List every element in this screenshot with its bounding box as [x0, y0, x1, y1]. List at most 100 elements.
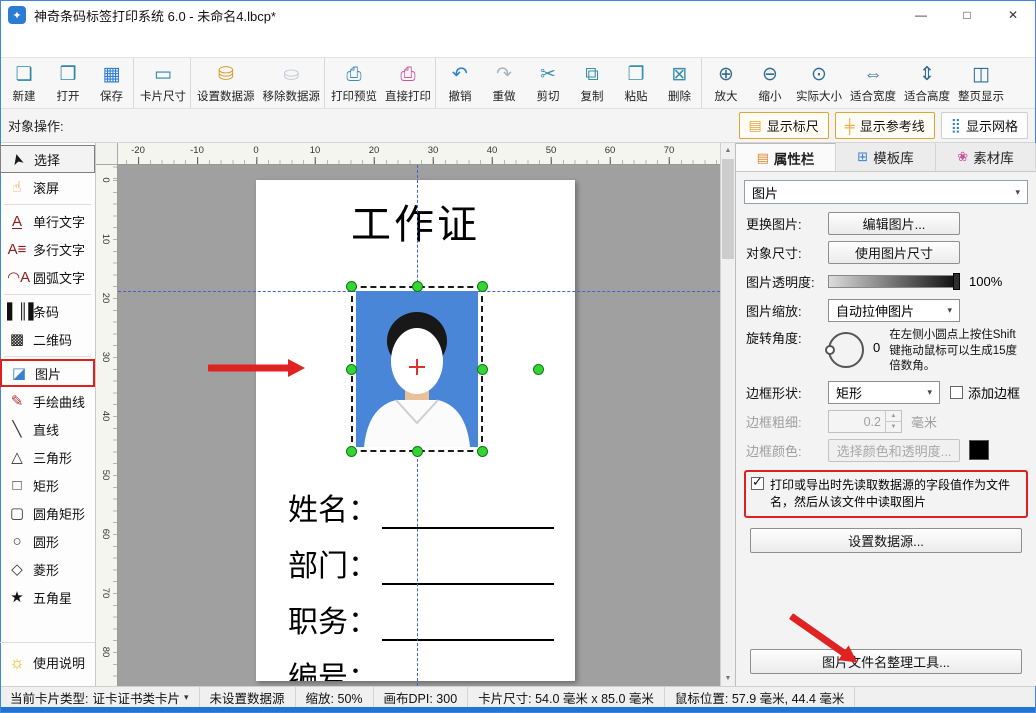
help-button[interactable]: ☼ 使用说明	[0, 642, 95, 682]
scrollbar-thumb[interactable]	[722, 159, 734, 259]
resize-handle-right[interactable]	[477, 364, 488, 375]
tool-single-line-text[interactable]: A 单行文字	[0, 207, 95, 235]
opacity-slider[interactable]	[828, 275, 960, 288]
show-guides-toggle[interactable]: ╪ 显示参考线	[835, 112, 935, 139]
slider-thumb[interactable]	[953, 273, 960, 290]
tool-qrcode[interactable]: ▩ 二维码	[0, 325, 95, 353]
card-type-selector[interactable]: 当前卡片类型: 证卡证书类卡片 ▾	[0, 687, 200, 707]
menu-tools[interactable]	[112, 40, 130, 48]
card-size-button[interactable]: ▭ 卡片尺寸	[136, 58, 191, 108]
resize-handle-left[interactable]	[346, 364, 357, 375]
zoom-in-button[interactable]: ⊕ 放大	[704, 58, 748, 108]
show-grid-toggle[interactable]: ⣿ 显示网格	[941, 112, 1028, 139]
card-text-field[interactable]: 编号：	[288, 654, 559, 681]
card-title-text[interactable]: 工作证	[256, 192, 575, 250]
design-canvas[interactable]: -20-10010203040506070 01020304050607080 …	[96, 143, 735, 686]
minimize-button[interactable]: —	[898, 0, 944, 30]
edit-image-button[interactable]: 编辑图片...	[828, 212, 960, 235]
menu-print[interactable]	[94, 40, 112, 48]
actual-size-button[interactable]: ⊙ 实际大小	[792, 58, 846, 108]
full-page-button[interactable]: ◫ 整页显示	[954, 58, 1008, 108]
redo-button[interactable]: ↷ 重做	[482, 58, 526, 108]
border-color-label: 边框颜色:	[746, 441, 828, 460]
border-width-value: 0.2	[829, 411, 885, 432]
border-width-input[interactable]: 0.2 ▲ ▼	[828, 410, 902, 433]
spin-down-icon[interactable]: ▼	[886, 422, 901, 432]
remove-datasource-button[interactable]: ⛀ 移除数据源	[259, 58, 326, 108]
card-size-status: 卡片尺寸: 54.0 毫米 x 85.0 毫米	[468, 687, 665, 707]
zoom-out-button[interactable]: ⊖ 缩小	[748, 58, 792, 108]
resize-handle-bottom[interactable]	[412, 446, 423, 457]
tool-multi-line-text[interactable]: A≡ 多行文字	[0, 235, 95, 263]
scroll-down-icon[interactable]: ▼	[721, 671, 735, 686]
tool-rounded-rectangle[interactable]: ▢ 圆角矩形	[0, 499, 95, 527]
border-color-button[interactable]: 选择颜色和透明度...	[828, 439, 960, 462]
menu-file[interactable]	[4, 40, 22, 48]
tool-line[interactable]: ╲ 直线	[0, 415, 95, 443]
undo-button[interactable]: ↶ 撤销	[438, 58, 482, 108]
tool-circle[interactable]: ○ 圆形	[0, 527, 95, 555]
tool-rectangle[interactable]: □ 矩形	[0, 471, 95, 499]
paste-button[interactable]: ❐ 粘贴	[614, 58, 658, 108]
open-button[interactable]: ❒ 打开	[46, 58, 90, 108]
tab-materials[interactable]: ❀ 素材库	[936, 143, 1036, 171]
resize-handle-top[interactable]	[412, 281, 423, 292]
delete-button[interactable]: ⊠ 删除	[658, 58, 702, 108]
tab-templates[interactable]: ⊞ 模板库	[836, 143, 936, 171]
scroll-up-icon[interactable]: ▲	[721, 143, 735, 158]
use-image-size-button[interactable]: 使用图片尺寸	[828, 241, 960, 264]
set-datasource-panel-button[interactable]: 设置数据源...	[750, 528, 1022, 553]
close-button[interactable]: ✕	[990, 0, 1036, 30]
vertical-scrollbar[interactable]: ▲ ▼	[720, 143, 735, 686]
fit-width-button[interactable]: ⇔ 适合宽度	[846, 58, 900, 108]
new-button[interactable]: ❏ 新建	[2, 58, 46, 108]
menu-view[interactable]	[40, 40, 58, 48]
filename-tool-button[interactable]: 图片文件名整理工具...	[750, 649, 1022, 674]
filename-option[interactable]: ✓ 打印或导出时先读取数据源的字段值作为文件名，然后从该文件中读取图片	[744, 470, 1028, 519]
border-shape-dropdown[interactable]: 矩形 ▾	[828, 381, 940, 404]
rotation-dial[interactable]	[828, 332, 864, 368]
tool-arc-text[interactable]: ◠A 圆弧文字	[0, 263, 95, 291]
tool-diamond[interactable]: ◇ 菱形	[0, 555, 95, 583]
card-text-field[interactable]: 职务：	[288, 598, 559, 641]
checkmark-icon: ✓	[752, 474, 763, 490]
filename-option-checkbox[interactable]: ✓	[751, 477, 764, 490]
maximize-button[interactable]: □	[944, 0, 990, 30]
spin-up-icon[interactable]: ▲	[886, 411, 901, 422]
tool-freehand[interactable]: ✎ 手绘曲线	[0, 387, 95, 415]
show-ruler-toggle[interactable]: ▤ 显示标尺	[739, 112, 829, 139]
menu-help[interactable]	[130, 40, 148, 48]
set-datasource-button[interactable]: ⛁ 设置数据源	[193, 58, 259, 108]
cut-button[interactable]: ✂ 剪切	[526, 58, 570, 108]
tool-star[interactable]: ★ 五角星	[0, 583, 95, 611]
menu-edit[interactable]	[22, 40, 40, 48]
rotate-handle[interactable]	[533, 364, 544, 375]
rotation-dial-dot[interactable]	[825, 345, 835, 355]
filename-option-text: 打印或导出时先读取数据源的字段值作为文件名，然后从该文件中读取图片	[770, 477, 1020, 512]
add-border-checkbox[interactable]	[950, 386, 963, 399]
save-button[interactable]: ▦ 保存	[90, 58, 134, 108]
tab-properties[interactable]: ▤ 属性栏	[736, 143, 836, 171]
copy-button[interactable]: ⧉ 复制	[570, 58, 614, 108]
resize-handle-bottom-right[interactable]	[477, 446, 488, 457]
direct-print-button[interactable]: ⎙ 直接打印	[381, 58, 436, 108]
fit-height-button[interactable]: ⇕ 适合高度	[900, 58, 954, 108]
tool-triangle[interactable]: △ 三角形	[0, 443, 95, 471]
tool-barcode[interactable]: ▌║▌ 条码	[0, 297, 95, 325]
image-scale-dropdown[interactable]: 自动拉伸图片 ▾	[828, 299, 960, 322]
spinner-buttons[interactable]: ▲ ▼	[885, 411, 901, 432]
photo-object[interactable]	[356, 291, 478, 447]
resize-handle-top-right[interactable]	[477, 281, 488, 292]
print-preview-button[interactable]: ⎙ 打印预览	[327, 58, 381, 108]
object-type-dropdown[interactable]: 图片 ▾	[744, 180, 1028, 204]
menu-object[interactable]	[58, 40, 76, 48]
object-type-value: 图片	[752, 183, 778, 202]
card-text-field[interactable]: 部门：	[288, 542, 559, 585]
tool-image[interactable]: ◪ 图片	[0, 359, 95, 387]
resize-handle-top-left[interactable]	[346, 281, 357, 292]
resize-handle-bottom-left[interactable]	[346, 446, 357, 457]
card-text-field[interactable]: 姓名：	[288, 486, 559, 529]
menu-datasource[interactable]	[76, 40, 94, 48]
tool-pan[interactable]: ☝ 滚屏	[0, 173, 95, 201]
tool-select[interactable]: ➤ 选择	[0, 145, 95, 173]
